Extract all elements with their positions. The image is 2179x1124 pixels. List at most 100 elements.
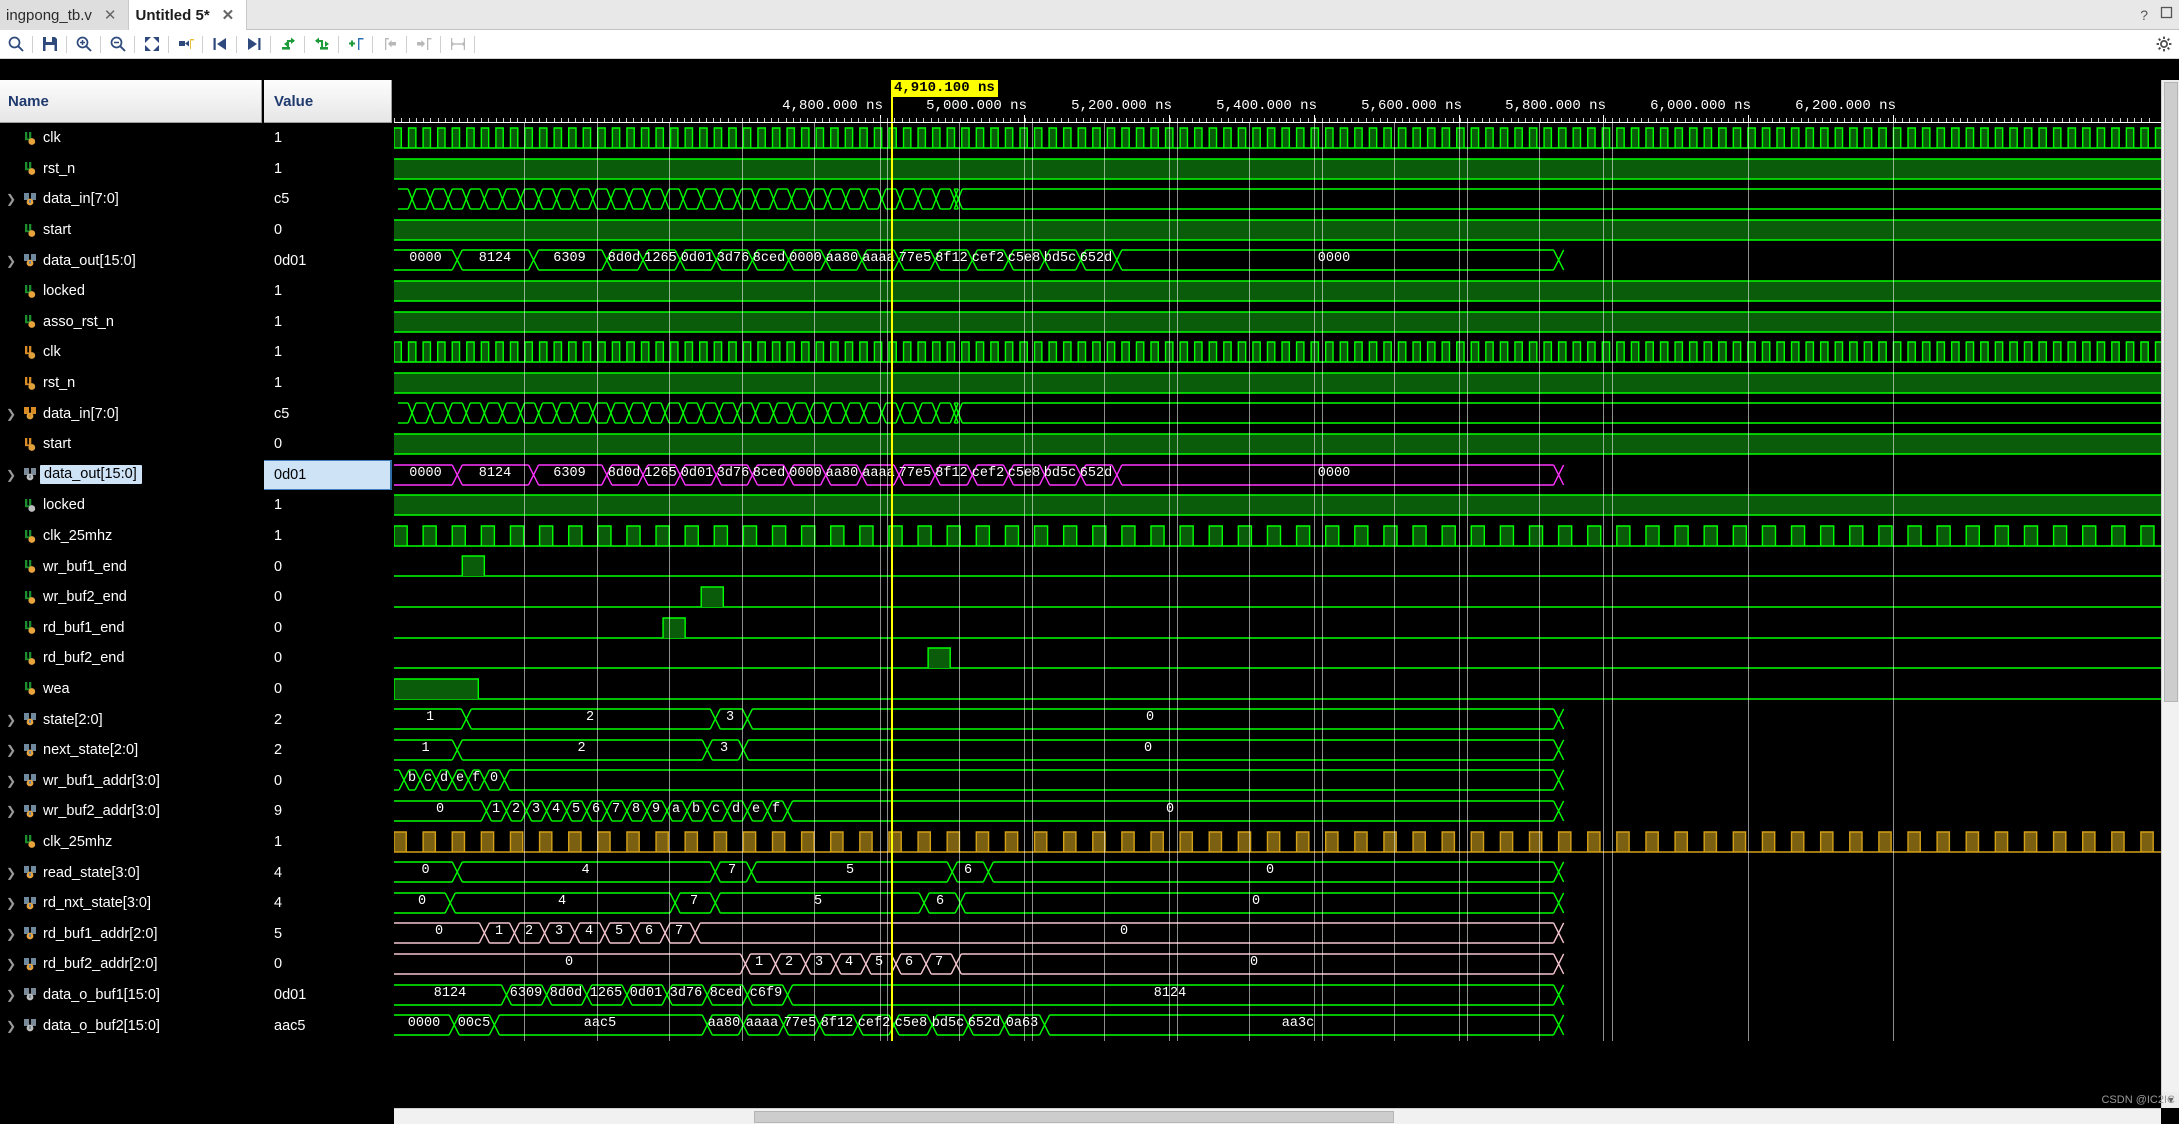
signal-row-rd_buf2_end[interactable]: ❯rd_buf2_end (0, 643, 262, 674)
waveform-row[interactable] (394, 643, 2161, 674)
signal-row-data_out150[interactable]: ❯data_out[15:0] (0, 460, 262, 491)
expand-arrow-icon[interactable]: ❯ (4, 957, 18, 971)
signal-row-data_o_buf1150[interactable]: ❯data_o_buf1[15:0] (0, 980, 262, 1011)
signal-row-data_o_buf2150[interactable]: ❯data_o_buf2[15:0] (0, 1010, 262, 1041)
measure-icon[interactable] (442, 30, 473, 59)
signal-value-cell[interactable]: 1 (264, 490, 392, 521)
vertical-scrollbar[interactable]: ▲ ▼ (2161, 80, 2179, 1108)
expand-arrow-icon[interactable]: ❯ (4, 407, 18, 421)
expand-arrow-icon[interactable]: ❯ (4, 927, 18, 941)
waveform-row[interactable]: 812463098d0d12650d013d768cedc6f98124 (394, 980, 2161, 1011)
waveform-row[interactable] (394, 123, 2161, 154)
signal-value-cell[interactable]: 0d01 (264, 245, 392, 276)
signal-value-cell[interactable]: 0 (264, 949, 392, 980)
signal-value-cell[interactable]: 0 (264, 551, 392, 582)
waveform-row[interactable] (394, 613, 2161, 644)
signal-row-rd_buf1_end[interactable]: ❯rd_buf1_end (0, 613, 262, 644)
vertical-scroll-thumb[interactable] (2164, 82, 2178, 702)
snap-to-transition-icon[interactable] (170, 30, 201, 59)
signal-value-cell[interactable]: c5 (264, 398, 392, 429)
waveform-row[interactable] (394, 307, 2161, 338)
signal-row-clk_25mhz[interactable]: ❯clk_25mhz (0, 521, 262, 552)
signal-value-cell[interactable]: 0 (264, 765, 392, 796)
signal-value-cell[interactable]: 1 (264, 521, 392, 552)
waveform-canvas[interactable]: 4,800.000 ns5,000.000 ns5,200.000 ns5,40… (394, 80, 2161, 1124)
waveform-row[interactable] (394, 490, 2161, 521)
signal-row-data_in70[interactable]: ❯data_in[7:0] (0, 184, 262, 215)
signal-value-cell[interactable]: 0 (264, 643, 392, 674)
signal-value-cell[interactable]: 2 (264, 704, 392, 735)
expand-arrow-icon[interactable]: ❯ (4, 192, 18, 206)
signal-row-rd_buf1_addr20[interactable]: ❯rd_buf1_addr[2:0] (0, 918, 262, 949)
close-icon[interactable]: ✕ (222, 8, 235, 23)
waveform-rows[interactable]: 0000812463098d0d12650d013d768ced0000aa80… (394, 123, 2161, 1041)
waveform-row[interactable] (394, 337, 2161, 368)
waveform-row[interactable]: 012345670 (394, 918, 2161, 949)
waveform-row[interactable]: 0000812463098d0d12650d013d768ced0000aa80… (394, 460, 2161, 491)
previous-marker-icon[interactable] (272, 30, 303, 59)
waveform-row[interactable]: 047560 (394, 857, 2161, 888)
waveform-row[interactable] (394, 827, 2161, 858)
horizontal-scrollbar[interactable] (394, 1108, 2161, 1124)
signal-row-data_in70[interactable]: ❯data_in[7:0] (0, 398, 262, 429)
signal-row-clk[interactable]: ❯clk (0, 337, 262, 368)
signal-value-cell[interactable]: 0 (264, 613, 392, 644)
add-marker-icon[interactable] (340, 30, 371, 59)
signal-value-cell[interactable]: 1 (264, 307, 392, 338)
signal-value-cell[interactable]: 1 (264, 368, 392, 399)
signal-value-cell[interactable]: aac5 (264, 1010, 392, 1041)
move-right-icon[interactable] (408, 30, 439, 59)
zoom-out-icon[interactable] (102, 30, 133, 59)
waveform-row[interactable]: 0000812463098d0d12650d013d768ced0000aa80… (394, 245, 2161, 276)
signal-row-locked[interactable]: ❯locked (0, 276, 262, 307)
waveform-row[interactable]: 047560 (394, 888, 2161, 919)
signal-row-clk_25mhz[interactable]: ❯clk_25mhz (0, 827, 262, 858)
zoom-in-icon[interactable] (68, 30, 99, 59)
waveform-row[interactable] (394, 215, 2161, 246)
signal-value-cell[interactable]: 1 (264, 827, 392, 858)
signal-row-clk[interactable]: ❯clk (0, 123, 262, 154)
waveform-row[interactable] (394, 429, 2161, 460)
signal-value-cell[interactable]: 2 (264, 735, 392, 766)
signal-value-cell[interactable]: 0 (264, 429, 392, 460)
signal-row-start[interactable]: ❯start (0, 215, 262, 246)
zoom-fit-icon[interactable] (136, 30, 167, 59)
signal-value-cell[interactable]: 1 (264, 337, 392, 368)
waveform-row[interactable]: 0123456789abcdef0 (394, 796, 2161, 827)
save-icon[interactable] (34, 30, 65, 59)
signal-value-cell[interactable]: 0d01 (264, 980, 392, 1011)
signal-value-cell[interactable]: 1 (264, 123, 392, 154)
next-marker-icon[interactable] (306, 30, 337, 59)
signal-row-rst_n[interactable]: ❯rst_n (0, 368, 262, 399)
name-column-header[interactable]: Name (0, 80, 262, 123)
horizontal-scroll-thumb[interactable] (754, 1111, 1394, 1123)
waveform-row[interactable] (394, 582, 2161, 613)
maximize-icon[interactable] (2160, 6, 2173, 24)
signal-row-locked[interactable]: ❯locked (0, 490, 262, 521)
waveform-row[interactable] (394, 368, 2161, 399)
waveform-row[interactable]: 000000c5aac5aa80aaaa77e58f12cef2c5e8bd5c… (394, 1010, 2161, 1041)
expand-arrow-icon[interactable]: ❯ (4, 254, 18, 268)
signal-value-cell[interactable]: 9 (264, 796, 392, 827)
expand-arrow-icon[interactable]: ❯ (4, 468, 18, 482)
signal-value-cell[interactable]: 4 (264, 857, 392, 888)
move-left-icon[interactable] (374, 30, 405, 59)
signal-value-cell[interactable]: 4 (264, 888, 392, 919)
tab-pingpong-tb[interactable]: ingpong_tb.v ✕ (0, 0, 129, 30)
signal-row-rst_n[interactable]: ❯rst_n (0, 154, 262, 185)
expand-arrow-icon[interactable]: ❯ (4, 988, 18, 1002)
time-ruler[interactable]: 4,800.000 ns5,000.000 ns5,200.000 ns5,40… (394, 80, 2161, 123)
expand-arrow-icon[interactable]: ❯ (4, 774, 18, 788)
signal-value-cell[interactable]: 0 (264, 582, 392, 613)
signal-row-state20[interactable]: ❯state[2:0] (0, 704, 262, 735)
next-transition-icon[interactable] (238, 30, 269, 59)
signal-row-read_state30[interactable]: ❯read_state[3:0] (0, 857, 262, 888)
waveform-row[interactable] (394, 521, 2161, 552)
signal-value-cell[interactable]: 0d01 (264, 460, 392, 491)
cursor-line[interactable] (891, 123, 893, 1041)
waveform-row[interactable] (394, 551, 2161, 582)
signal-row-asso_rst_n[interactable]: ❯asso_rst_n (0, 307, 262, 338)
question-mark-icon[interactable]: ? (2140, 7, 2148, 23)
signal-value-cell[interactable]: 5 (264, 918, 392, 949)
waveform-row[interactable] (394, 674, 2161, 705)
